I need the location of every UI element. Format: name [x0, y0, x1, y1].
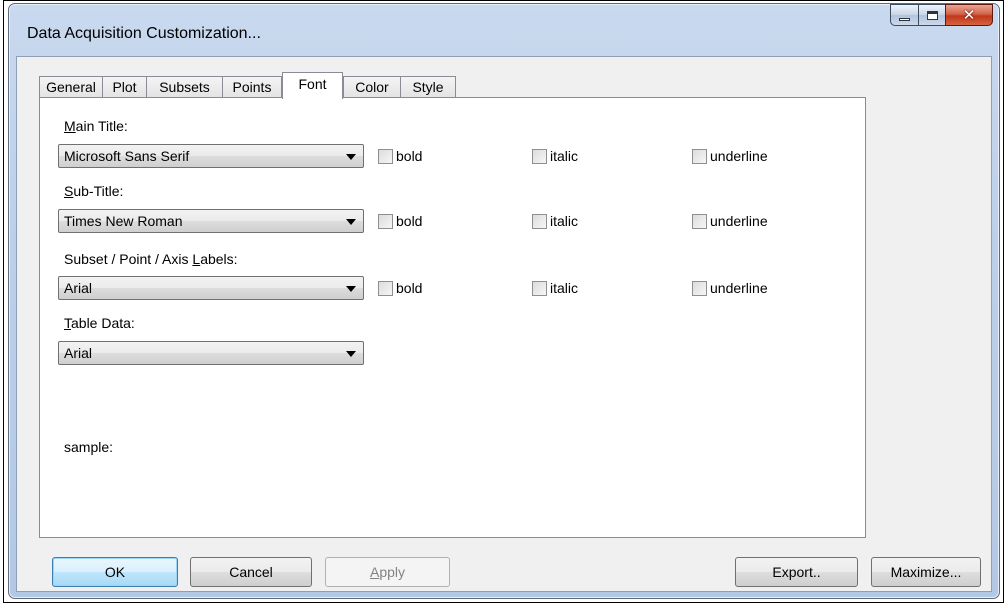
axis-labels-label: Subset / Point / Axis Labels:: [64, 251, 238, 267]
main-title-underline-checkbox[interactable]: underline: [692, 148, 768, 164]
caption-buttons: ✕: [890, 4, 993, 26]
main-title-font-select[interactable]: Microsoft Sans Serif: [58, 144, 364, 168]
apply-button[interactable]: Apply: [325, 557, 450, 587]
sub-title-font-value: Times New Roman: [64, 213, 183, 229]
tab-general[interactable]: General: [39, 76, 103, 98]
close-button[interactable]: ✕: [945, 4, 993, 26]
checkbox-box: [378, 148, 393, 164]
main-title-bold-checkbox[interactable]: bold: [378, 148, 422, 164]
chevron-down-icon: [346, 154, 356, 160]
ok-button[interactable]: OK: [52, 557, 178, 587]
tab-font[interactable]: Font: [282, 72, 343, 99]
maximize-icon: [926, 10, 938, 20]
minimize-icon: [899, 18, 910, 21]
axis-labels-font-value: Arial: [64, 280, 93, 296]
tab-color[interactable]: Color: [343, 76, 401, 98]
close-icon: ✕: [962, 5, 976, 24]
checkbox-box: [532, 280, 547, 296]
checkbox-box: [532, 213, 547, 229]
sub-title-underline-checkbox[interactable]: underline: [692, 213, 768, 229]
title-bar[interactable]: Data Acquisition Customization... ✕: [9, 4, 999, 56]
checkbox-box: [378, 280, 393, 296]
checkbox-box: [378, 213, 393, 229]
tab-points[interactable]: Points: [222, 76, 282, 98]
cancel-button[interactable]: Cancel: [190, 557, 312, 587]
checkbox-box: [692, 148, 707, 164]
sub-title-label: Sub-Title:: [64, 183, 124, 199]
checkbox-box: [692, 213, 707, 229]
font-tab-panel: Main Title: Microsoft Sans Serif bold it…: [39, 97, 866, 538]
table-data-label: Table Data:: [64, 315, 135, 331]
dialog-window: Data Acquisition Customization... ✕ Gene…: [8, 3, 1000, 599]
export-button[interactable]: Export..: [735, 557, 858, 587]
table-data-font-value: Arial: [64, 345, 93, 361]
minimize-button[interactable]: [890, 4, 918, 26]
axis-labels-font-select[interactable]: Arial: [58, 276, 364, 300]
axis-labels-italic-checkbox[interactable]: italic: [532, 280, 578, 296]
table-data-font-select[interactable]: Arial: [58, 341, 364, 365]
sample-label: sample:: [64, 439, 114, 455]
main-title-italic-checkbox[interactable]: italic: [532, 148, 578, 164]
main-title-font-value: Microsoft Sans Serif: [64, 148, 190, 164]
window-title: Data Acquisition Customization...: [27, 25, 261, 42]
checkbox-box: [692, 280, 707, 296]
chevron-down-icon: [346, 219, 356, 225]
checkbox-box: [532, 148, 547, 164]
sub-title-font-select[interactable]: Times New Roman: [58, 209, 364, 233]
sub-title-bold-checkbox[interactable]: bold: [378, 213, 422, 229]
tab-plot[interactable]: Plot: [102, 76, 147, 98]
maximize-dialog-button[interactable]: Maximize...: [871, 557, 981, 587]
sub-title-italic-checkbox[interactable]: italic: [532, 213, 578, 229]
axis-labels-underline-checkbox[interactable]: underline: [692, 280, 768, 296]
main-title-label: Main Title:: [64, 118, 128, 134]
axis-labels-bold-checkbox[interactable]: bold: [378, 280, 422, 296]
tab-style[interactable]: Style: [400, 76, 456, 98]
dialog-client-area: General Plot Subsets Points Font Color S…: [16, 56, 992, 592]
chevron-down-icon: [346, 351, 356, 357]
tab-subsets[interactable]: Subsets: [146, 76, 223, 98]
maximize-button[interactable]: [918, 4, 945, 26]
chevron-down-icon: [346, 286, 356, 292]
